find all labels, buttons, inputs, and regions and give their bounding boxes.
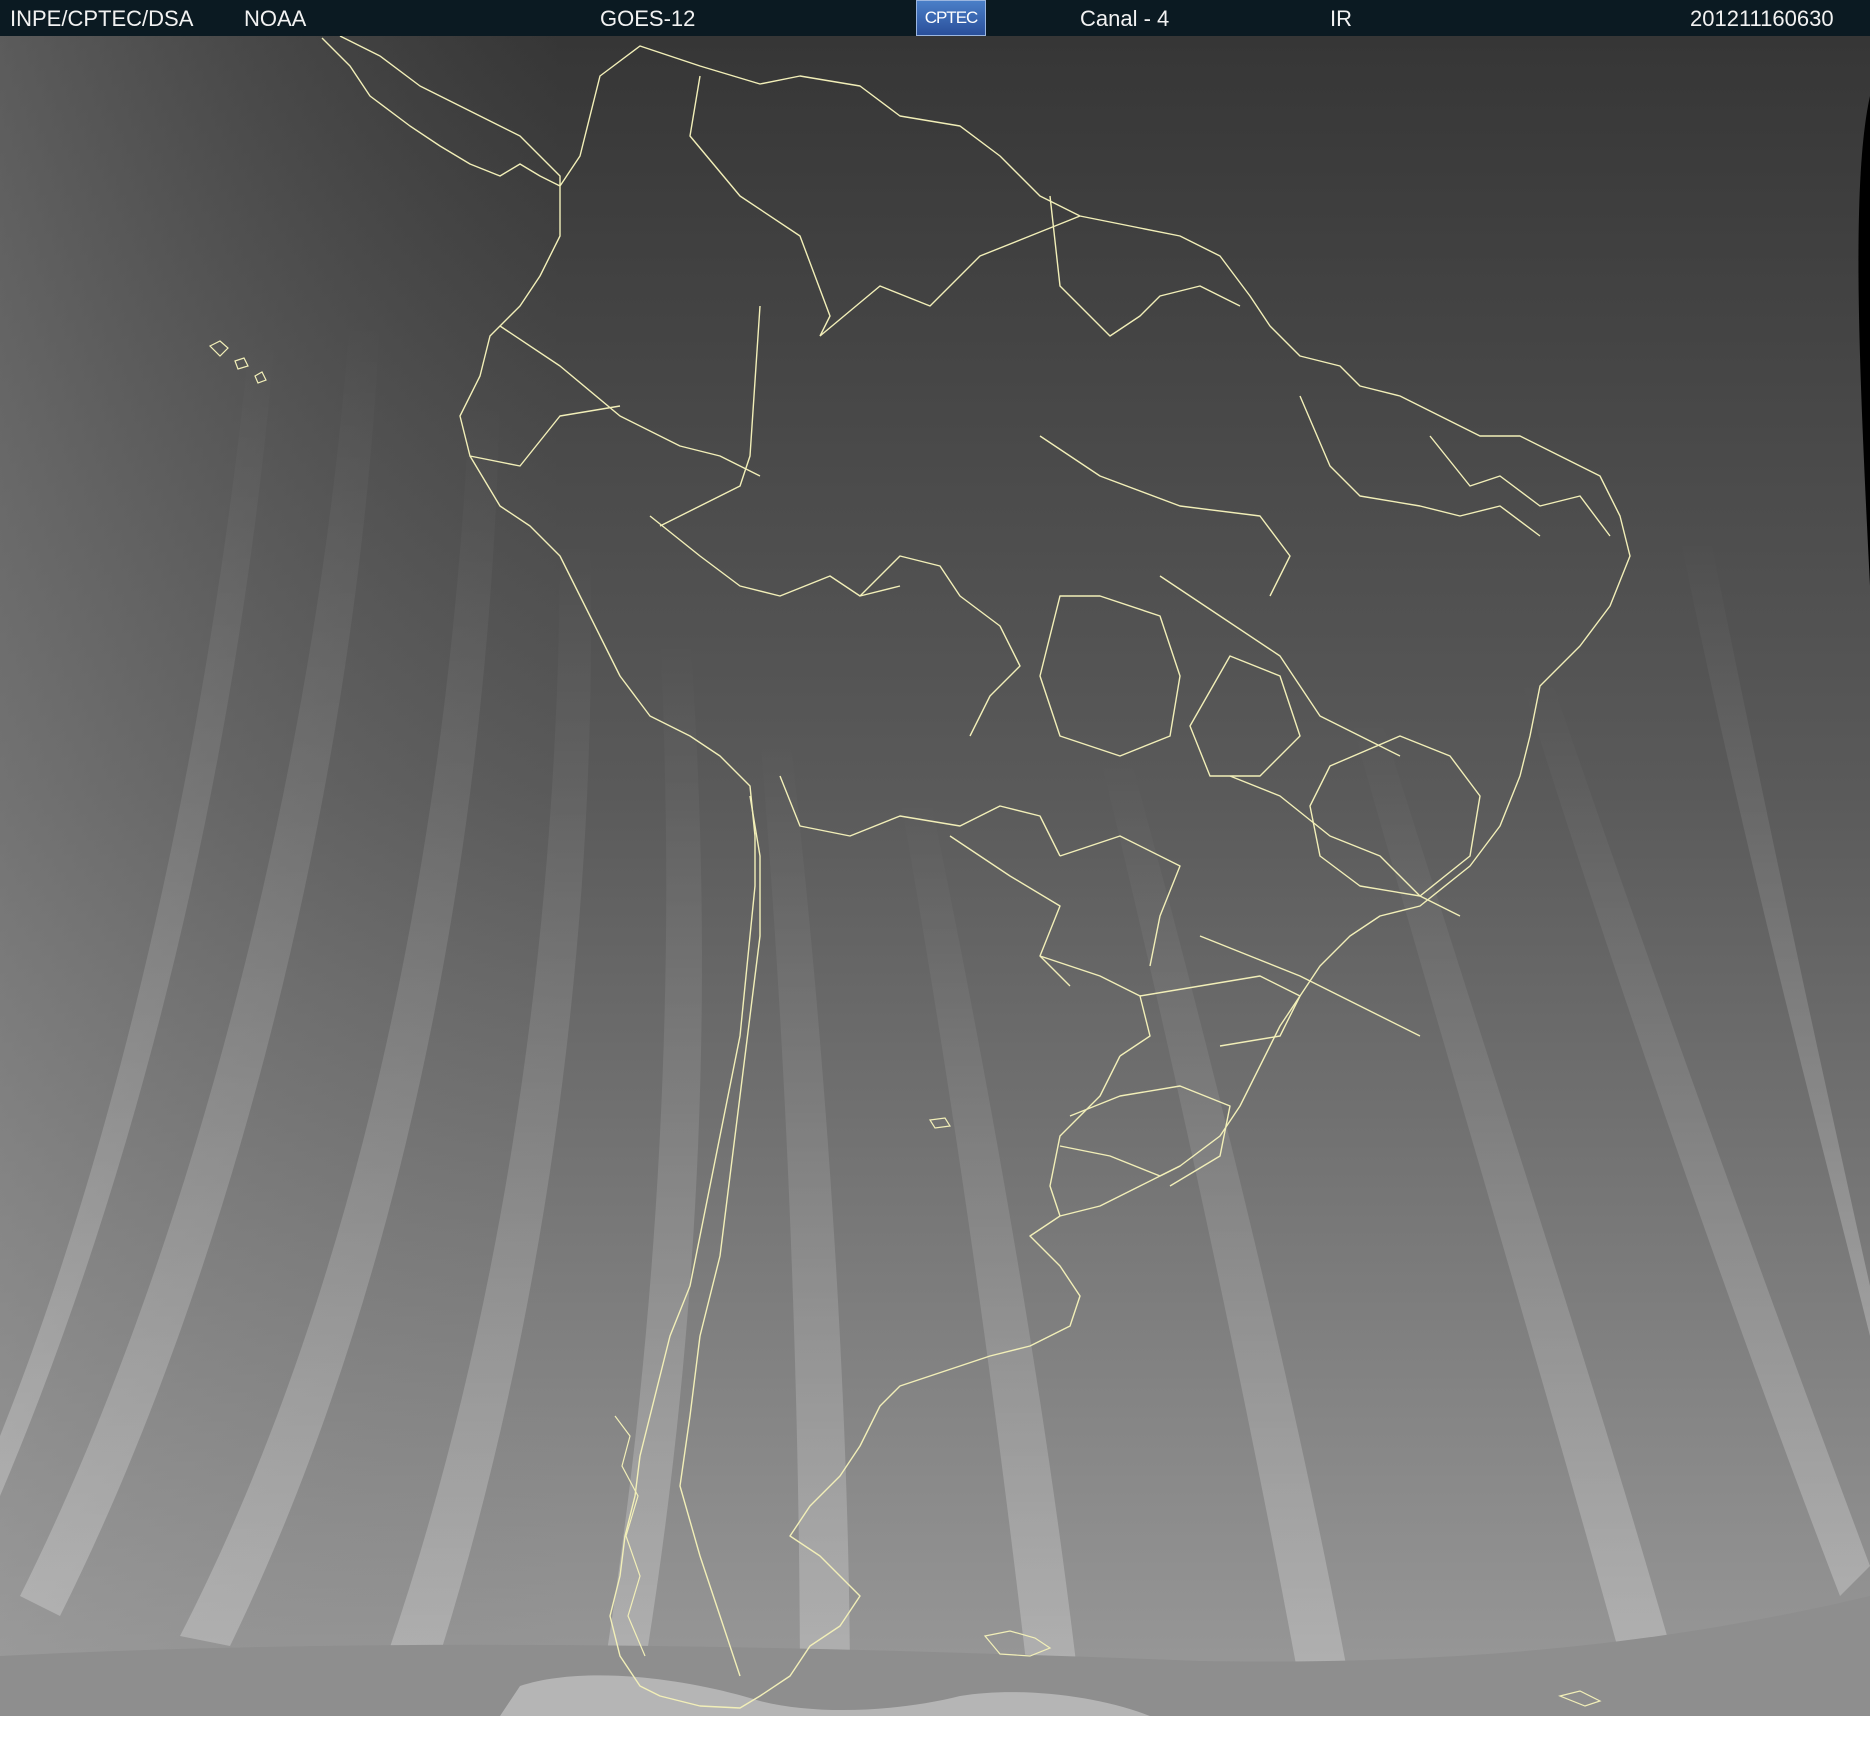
satellite-label: GOES-12	[600, 6, 696, 31]
timestamp-label: 201211160630	[1690, 6, 1834, 31]
agency-label: INPE/CPTEC/DSA	[10, 6, 194, 31]
bottom-margin	[0, 1716, 1870, 1750]
partner-label: NOAA	[244, 6, 307, 31]
channel-label: Canal - 4	[1080, 6, 1170, 31]
header-bar: INPE/CPTEC/DSA NOAA GOES-12 CPTEC Canal …	[0, 0, 1870, 36]
cptec-logo: CPTEC	[916, 0, 986, 36]
cptec-logo-text: CPTEC	[924, 8, 979, 27]
band-label: IR	[1330, 6, 1352, 31]
satellite-map	[0, 36, 1870, 1716]
satellite-image	[0, 36, 1870, 1716]
